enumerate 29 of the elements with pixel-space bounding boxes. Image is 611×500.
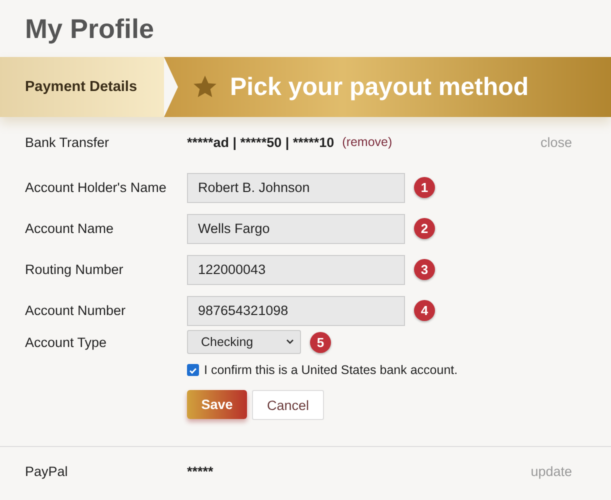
step-number-badge: 5 bbox=[310, 332, 331, 352]
field-label: Account Holder's Name bbox=[25, 180, 168, 195]
star-icon bbox=[192, 74, 218, 100]
section-tab[interactable]: Payment Details bbox=[0, 57, 164, 117]
step-number-badge: 3 bbox=[414, 259, 435, 280]
masked-account: ***** bbox=[187, 464, 214, 478]
cancel-button[interactable]: Cancel bbox=[252, 390, 324, 420]
field-label: Routing Number bbox=[25, 262, 124, 277]
field-label: Account Type bbox=[25, 334, 108, 350]
remove-link[interactable]: (remove) bbox=[342, 135, 392, 149]
step-number-badge: 4 bbox=[414, 300, 435, 321]
field-label: Account Name bbox=[25, 221, 115, 236]
save-button[interactable]: Save bbox=[187, 390, 247, 419]
field-label: Account Number bbox=[25, 303, 127, 318]
banner-heading: Pick your payout method bbox=[230, 72, 529, 102]
chevron-down-icon bbox=[286, 339, 294, 345]
method-label: Bank Transfer bbox=[25, 134, 110, 150]
confirm-checkbox[interactable] bbox=[187, 364, 199, 376]
step-number-badge: 1 bbox=[414, 177, 435, 198]
masked-accounts: *****ad | *****50 | *****10 bbox=[187, 134, 334, 150]
input-field[interactable]: Robert B. Johnson bbox=[187, 172, 405, 202]
confirm-label: I confirm this is a United States bank account. bbox=[204, 363, 458, 377]
step-number-badge: 2 bbox=[414, 218, 435, 239]
input-field[interactable]: 987654321098 bbox=[187, 296, 405, 326]
page-title: My Profile bbox=[24, 13, 156, 46]
account-type-dropdown[interactable]: Checking bbox=[187, 330, 301, 354]
input-field[interactable]: 122000043 bbox=[187, 254, 405, 284]
method-label: PayPal bbox=[25, 464, 69, 478]
input-field[interactable]: Wells Fargo bbox=[187, 214, 405, 244]
